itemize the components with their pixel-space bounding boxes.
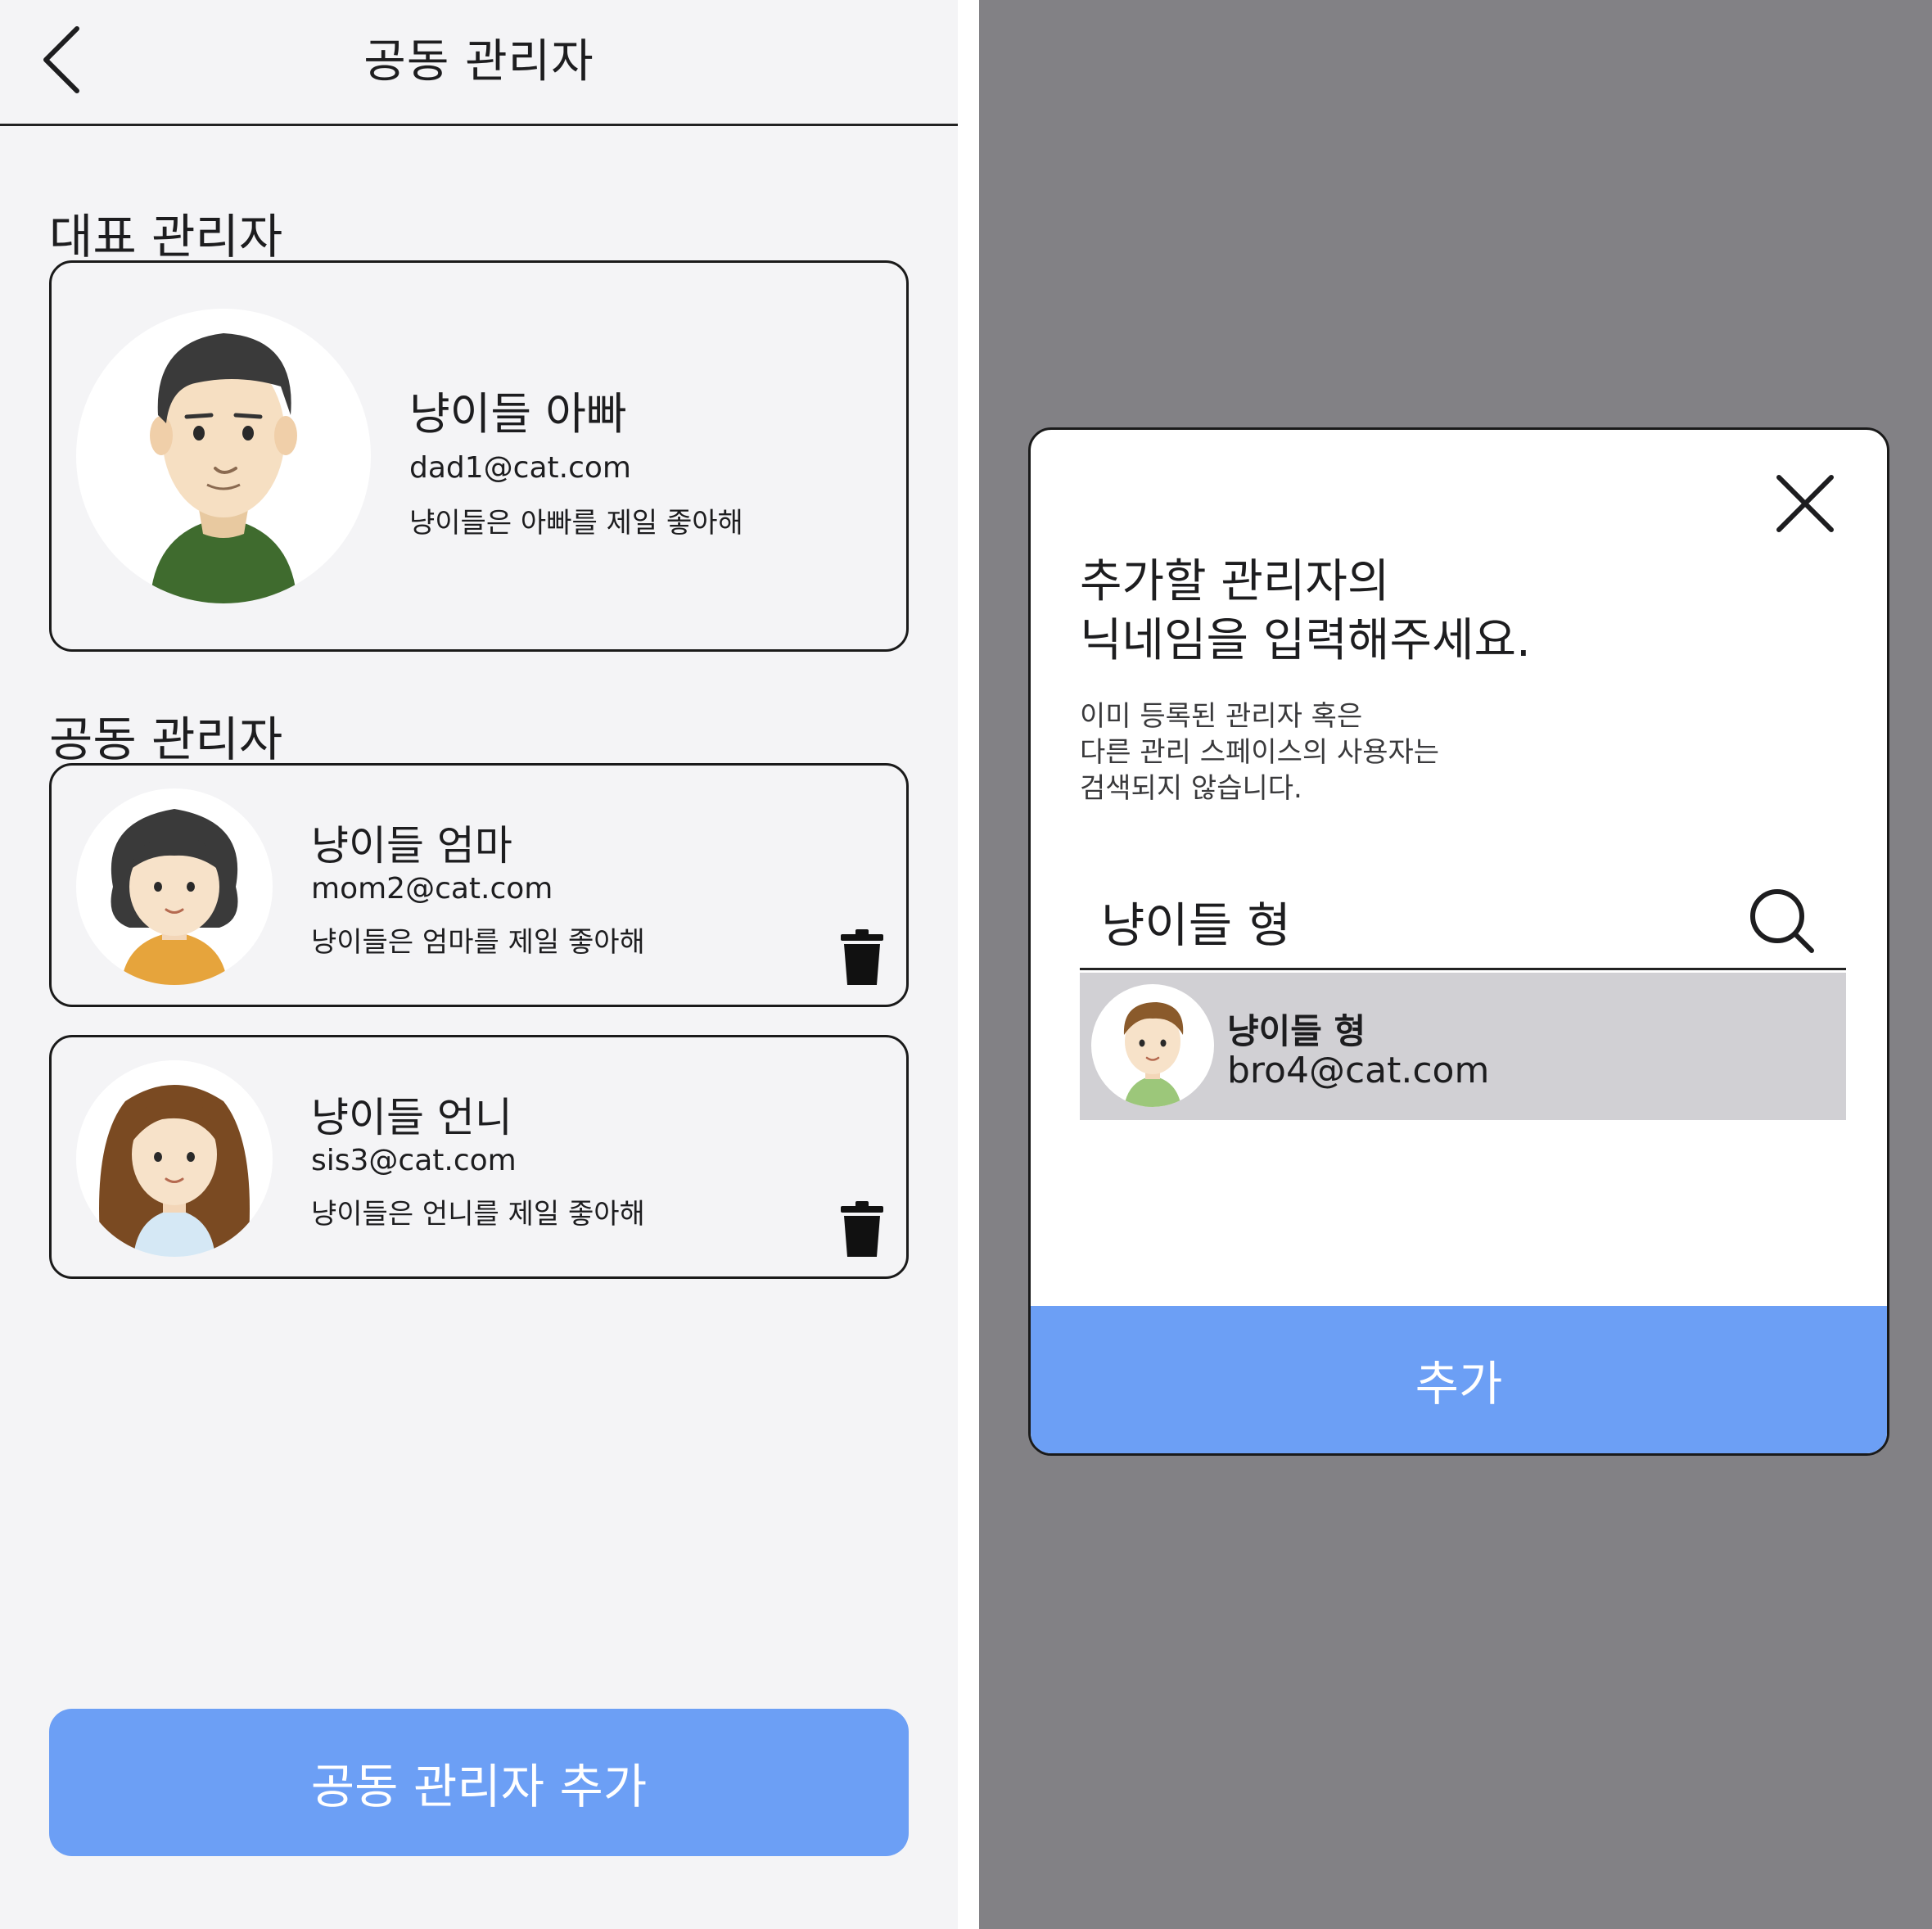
co-admin-section-title: 공동 관리자 — [49, 712, 283, 767]
main-admin-card: 냥이들 아빠 dad1@cat.com 냥이들은 아빠를 제일 좋아해 — [49, 260, 909, 652]
co-admin-email: mom2@cat.com — [311, 872, 553, 906]
page-title: 공동 관리자 — [363, 35, 594, 88]
co-admin-name: 냥이들 언니 — [311, 1094, 512, 1141]
co-admin-name: 냥이들 엄마 — [311, 822, 512, 870]
header: 공동 관리자 — [0, 0, 958, 126]
co-admin-desc: 냥이들은 언니를 제일 좋아해 — [311, 1198, 645, 1231]
modal-subtitle-line: 이미 등록된 관리자 혹은 — [1080, 700, 1363, 733]
co-admin-desc: 냥이들은 엄마를 제일 좋아해 — [311, 926, 645, 959]
sister-avatar — [76, 1060, 273, 1257]
main-admin-name: 냥이들 아빠 — [409, 388, 627, 440]
modal-subtitle-line: 검색되지 않습니다. — [1080, 772, 1302, 805]
modal-title-line: 닉네임을 입력해주세요. — [1080, 614, 1531, 667]
main-admin-section-title: 대표 관리자 — [49, 209, 283, 264]
delete-button[interactable] — [837, 1201, 887, 1258]
mom-avatar — [76, 788, 273, 985]
search-icon — [1750, 889, 1814, 953]
co-admin-card: 냥이들 엄마 mom2@cat.com 냥이들은 엄마를 제일 좋아해 — [49, 763, 909, 1007]
modal-title-line: 추가할 관리자의 — [1080, 555, 1390, 608]
trash-icon — [841, 929, 883, 985]
trash-icon — [841, 1201, 883, 1257]
main-admin-email: dad1@cat.com — [409, 451, 631, 485]
co-admin-screen: 공동 관리자 대표 관리자 냥이들 아빠 dad1@cat.com 냥이들은 아… — [0, 0, 958, 1929]
dad-avatar — [76, 309, 371, 603]
nickname-search-input[interactable] — [1101, 880, 1723, 962]
result-name: 냥이들 형 — [1227, 1011, 1366, 1051]
close-icon — [1776, 475, 1834, 532]
modal-subtitle: 이미 등록된 관리자 혹은 다른 관리 스페이스의 사용자는 검색되지 않습니다… — [1080, 698, 1439, 806]
brother-avatar — [1091, 984, 1214, 1107]
modal-overlay: 추가할 관리자의 닉네임을 입력해주세요. 이미 등록된 관리자 혹은 다른 관… — [979, 0, 1932, 1929]
add-admin-modal: 추가할 관리자의 닉네임을 입력해주세요. 이미 등록된 관리자 혹은 다른 관… — [1028, 427, 1889, 1456]
add-co-admin-button[interactable]: 공동 관리자 추가 — [49, 1709, 909, 1856]
modal-title: 추가할 관리자의 닉네임을 입력해주세요. — [1080, 553, 1531, 671]
search-bar — [1080, 872, 1846, 970]
add-button[interactable]: 추가 — [1031, 1306, 1887, 1453]
co-admin-email: sis3@cat.com — [311, 1144, 517, 1177]
delete-button[interactable] — [837, 929, 887, 987]
screen-divider — [958, 0, 979, 1929]
search-button[interactable] — [1748, 887, 1817, 955]
co-admin-card: 냥이들 언니 sis3@cat.com 냥이들은 언니를 제일 좋아해 — [49, 1035, 909, 1279]
modal-subtitle-line: 다른 관리 스페이스의 사용자는 — [1080, 736, 1440, 769]
result-email: bro4@cat.com — [1227, 1050, 1490, 1091]
search-result-item[interactable]: 냥이들 형 bro4@cat.com — [1080, 973, 1846, 1120]
close-button[interactable] — [1772, 471, 1838, 536]
main-admin-desc: 냥이들은 아빠를 제일 좋아해 — [409, 507, 743, 540]
